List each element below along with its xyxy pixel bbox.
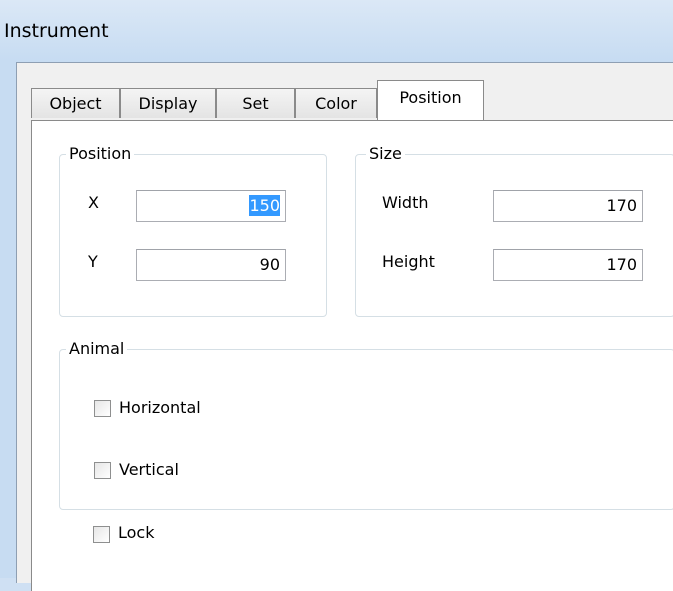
y-label: Y <box>88 252 98 271</box>
instrument-dialog: Instrument Object Display Set Color Posi… <box>0 0 673 591</box>
tab-object[interactable]: Object <box>31 88 120 118</box>
animal-group-legend: Animal <box>66 340 128 358</box>
position-tab-panel: Position X 150 Y 90 Size Width 170 Heigh… <box>31 120 673 591</box>
lock-checkbox[interactable] <box>93 526 110 543</box>
position-group: Position X 150 Y 90 <box>59 145 327 317</box>
lock-label[interactable]: Lock <box>118 523 154 543</box>
x-input[interactable]: 150 <box>136 190 286 222</box>
horizontal-checkbox[interactable] <box>94 400 111 417</box>
window-title: Instrument <box>4 20 109 42</box>
size-group-legend: Size <box>366 145 405 163</box>
tab-set[interactable]: Set <box>216 88 295 118</box>
tab-display[interactable]: Display <box>120 88 216 118</box>
tab-color[interactable]: Color <box>295 88 377 118</box>
horizontal-label[interactable]: Horizontal <box>119 398 201 418</box>
position-group-legend: Position <box>66 145 135 163</box>
x-label: X <box>88 193 99 212</box>
vertical-checkbox[interactable] <box>94 462 111 479</box>
height-label: Height <box>382 252 435 271</box>
size-group: Size Width 170 Height 170 <box>355 145 673 317</box>
animal-group: Animal Horizontal Vertical <box>59 340 673 510</box>
y-input[interactable]: 90 <box>136 249 286 281</box>
height-input[interactable]: 170 <box>493 249 643 281</box>
width-input[interactable]: 170 <box>493 190 643 222</box>
width-label: Width <box>382 193 429 212</box>
vertical-label[interactable]: Vertical <box>119 460 179 480</box>
tab-position[interactable]: Position <box>377 80 484 120</box>
x-value-selected: 150 <box>249 195 280 216</box>
